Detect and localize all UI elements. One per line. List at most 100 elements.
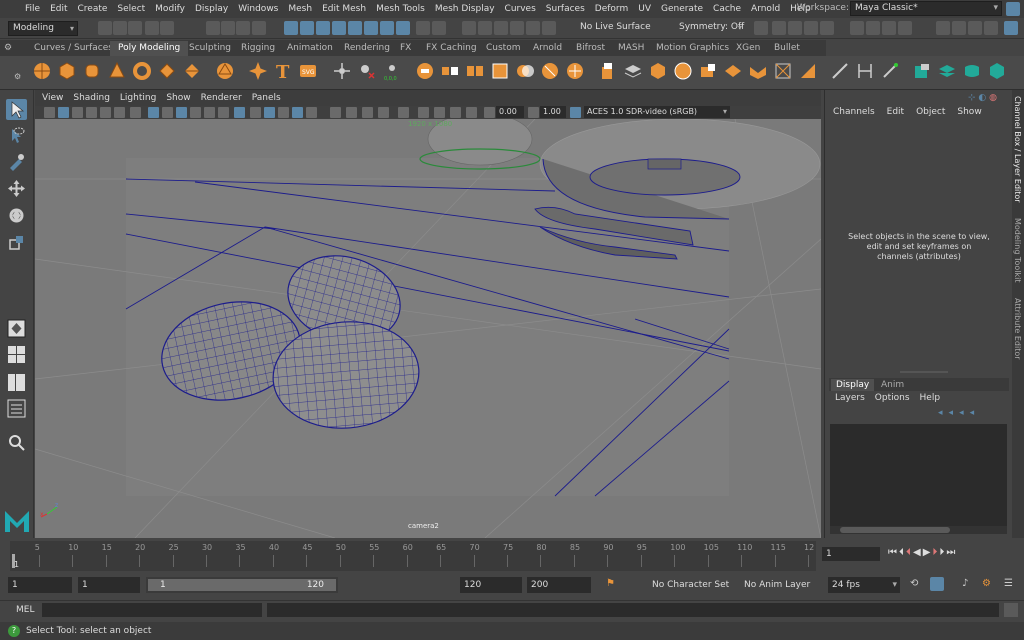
menu-uv[interactable]: UV (633, 4, 656, 14)
svg-tool-icon[interactable]: SVG (298, 61, 318, 81)
range-slider[interactable]: 1 120 (146, 577, 338, 593)
mirror-icon[interactable] (465, 61, 485, 81)
shelf-tab-custom[interactable]: Custom (478, 41, 528, 56)
side-tab-modeling-toolkit[interactable]: Modeling Toolkit (1013, 218, 1022, 282)
menu-deform[interactable]: Deform (590, 4, 633, 14)
shelf-options-icon[interactable]: ⚙ (4, 43, 14, 53)
layer-help-menu[interactable]: Help (920, 393, 941, 403)
side-tab-attribute-editor[interactable]: Attribute Editor (1013, 298, 1022, 360)
outliner-icon[interactable] (6, 398, 27, 419)
workspace-lock-icon[interactable] (1006, 2, 1020, 16)
side-tab-channel-box[interactable]: Channel Box / Layer Editor (1013, 96, 1022, 203)
animation-start-field[interactable]: 1 (8, 577, 72, 593)
motion-blur-icon[interactable] (346, 107, 357, 118)
menu-mesh-tools[interactable]: Mesh Tools (371, 4, 430, 14)
mash-network-icon[interactable] (332, 61, 352, 81)
gate-mask-icon[interactable] (176, 107, 187, 118)
shelf-menu-icon[interactable]: ⚙ (14, 72, 21, 81)
platonic-solid-icon[interactable] (215, 61, 235, 81)
command-input[interactable] (42, 603, 262, 617)
open-scene-icon[interactable] (113, 21, 127, 35)
redo-icon[interactable] (160, 21, 174, 35)
select-surfaces-icon[interactable] (332, 21, 346, 35)
arnold-pause-icon[interactable] (898, 21, 912, 35)
quad-draw-icon[interactable] (880, 61, 900, 81)
step-forward-key-icon[interactable]: ⏵ (939, 547, 944, 558)
play-forward-icon[interactable]: ▶ (923, 547, 931, 558)
move-layer-down-icon[interactable]: ◂ (949, 408, 960, 418)
viewport-menu-renderer[interactable]: Renderer (196, 93, 247, 103)
play-backward-icon[interactable]: ◀ (913, 547, 921, 558)
image-plane-icon[interactable] (86, 107, 97, 118)
poly-torus-icon[interactable] (132, 61, 152, 81)
channels-menu[interactable]: Channels (833, 107, 875, 117)
select-mask-icon[interactable] (252, 21, 266, 35)
xray-joints-icon[interactable] (450, 107, 461, 118)
shelf-tab-sculpting[interactable]: Sculpting (181, 41, 239, 56)
viewport-menu-panels[interactable]: Panels (247, 93, 286, 103)
fill-hole-icon[interactable] (723, 61, 743, 81)
poly-cylinder-icon[interactable] (82, 61, 102, 81)
single-perspective-layout-icon[interactable] (6, 318, 27, 339)
bookmarks-icon[interactable] (72, 107, 83, 118)
textured-icon[interactable] (278, 107, 289, 118)
bevel-icon[interactable] (648, 61, 668, 81)
select-deformations-icon[interactable] (348, 21, 362, 35)
poly-cube-icon[interactable] (57, 61, 77, 81)
shelf-tab-animation[interactable]: Animation (279, 41, 341, 56)
select-object-icon[interactable] (221, 21, 235, 35)
shelf-tab-arnold[interactable]: Arnold (525, 41, 570, 56)
workspace-dropdown[interactable]: Maya Classic* ▾ (850, 1, 1002, 16)
shadows-icon[interactable] (306, 107, 317, 118)
select-component-icon[interactable] (236, 21, 250, 35)
modeling-toolkit-icon[interactable] (936, 21, 950, 35)
rotate-tool-icon[interactable] (6, 205, 27, 226)
mash-origin-icon[interactable]: 0,0,0 (382, 61, 402, 81)
collapse-icon[interactable] (773, 61, 793, 81)
safe-action-icon[interactable] (204, 107, 215, 118)
resolution-gate-icon[interactable] (162, 107, 173, 118)
boolean-icon[interactable] (515, 61, 535, 81)
smooth-icon[interactable] (490, 61, 510, 81)
select-camera-icon[interactable] (44, 107, 55, 118)
save-scene-icon[interactable] (128, 21, 142, 35)
character-controls-icon[interactable] (952, 21, 966, 35)
layer-list-scrollbar[interactable] (830, 526, 1007, 534)
playback-start-field[interactable]: 1 (78, 577, 140, 593)
use-all-lights-icon[interactable] (292, 107, 303, 118)
menu-file[interactable]: File (20, 4, 45, 14)
poly-cone-icon[interactable] (107, 61, 127, 81)
persp-outliner-layout-icon[interactable] (6, 372, 27, 393)
two-d-pan-zoom-icon[interactable] (100, 107, 111, 118)
attribute-editor-toggle-icon[interactable]: ◐ (978, 93, 986, 103)
menu-surfaces[interactable]: Surfaces (541, 4, 590, 14)
target-weld-icon[interactable] (855, 61, 875, 81)
menu-edit-mesh[interactable]: Edit Mesh (317, 4, 371, 14)
current-frame-field[interactable]: 1 (822, 547, 880, 561)
camera-attributes-icon[interactable] (58, 107, 69, 118)
poly-sphere-icon[interactable] (32, 61, 52, 81)
layers-menu[interactable]: Layers (835, 393, 865, 403)
viewport-menu-view[interactable]: View (37, 93, 68, 103)
wedge-icon[interactable] (798, 61, 818, 81)
go-to-start-icon[interactable]: ⏮ (888, 547, 897, 558)
character-set-icon[interactable]: ⚑ (606, 578, 615, 589)
append-polygon-icon[interactable] (698, 61, 718, 81)
layer-tab-display[interactable]: Display (831, 379, 875, 391)
channel-box-layout-icon[interactable]: ⊹ (968, 93, 976, 103)
smooth-shade-icon[interactable] (250, 107, 261, 118)
reduce-icon[interactable] (540, 61, 560, 81)
snap-grid-icon[interactable] (462, 21, 476, 35)
separate-icon[interactable] (440, 61, 460, 81)
arnold-render-view-icon[interactable] (850, 21, 864, 35)
menu-arnold[interactable]: Arnold (746, 4, 785, 14)
select-dynamics-icon[interactable] (364, 21, 378, 35)
tool-settings-icon[interactable] (984, 21, 998, 35)
select-handles-icon[interactable] (284, 21, 298, 35)
viewport-menu-show[interactable]: Show (161, 93, 195, 103)
channel-box-toggle-icon[interactable] (1004, 21, 1018, 35)
shelf-tab-curves-surfaces[interactable]: Curves / Surfaces (26, 41, 121, 56)
xray-active-icon[interactable] (434, 107, 445, 118)
menu-display[interactable]: Display (190, 4, 233, 14)
menu-modify[interactable]: Modify (150, 4, 190, 14)
